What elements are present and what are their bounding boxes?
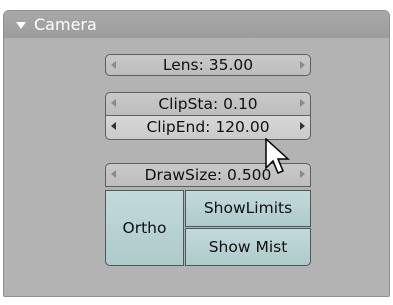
- clip-end-field[interactable]: ClipEnd: 120.00: [105, 116, 311, 140]
- clip-start-label: ClipSta: 0.10: [158, 95, 258, 113]
- panel-header[interactable]: Camera: [4, 11, 389, 38]
- increment-arrow-icon[interactable]: [300, 61, 305, 69]
- increment-arrow-icon[interactable]: [300, 122, 305, 130]
- increment-arrow-icon[interactable]: [300, 99, 305, 107]
- ortho-toggle[interactable]: Ortho: [105, 190, 184, 266]
- decrement-arrow-icon[interactable]: [111, 61, 116, 69]
- clip-end-label: ClipEnd: 120.00: [146, 118, 270, 136]
- clip-start-field[interactable]: ClipSta: 0.10: [105, 92, 311, 116]
- show-limits-toggle[interactable]: ShowLimits: [185, 190, 311, 227]
- show-mist-toggle[interactable]: Show Mist: [185, 228, 311, 266]
- lens-label: Lens: 35.00: [162, 56, 254, 74]
- panel-title: Camera: [34, 15, 97, 34]
- show-mist-label: Show Mist: [208, 238, 288, 256]
- increment-arrow-icon[interactable]: [300, 170, 305, 178]
- ortho-label: Ortho: [122, 219, 167, 237]
- draw-size-field[interactable]: DrawSize: 0.500: [105, 163, 311, 187]
- decrement-arrow-icon[interactable]: [111, 99, 116, 107]
- lens-field[interactable]: Lens: 35.00: [105, 54, 311, 76]
- decrement-arrow-icon[interactable]: [111, 170, 116, 178]
- collapse-triangle-icon[interactable]: [16, 22, 26, 29]
- show-limits-label: ShowLimits: [203, 199, 293, 217]
- draw-size-label: DrawSize: 0.500: [144, 166, 272, 184]
- decrement-arrow-icon[interactable]: [111, 122, 116, 130]
